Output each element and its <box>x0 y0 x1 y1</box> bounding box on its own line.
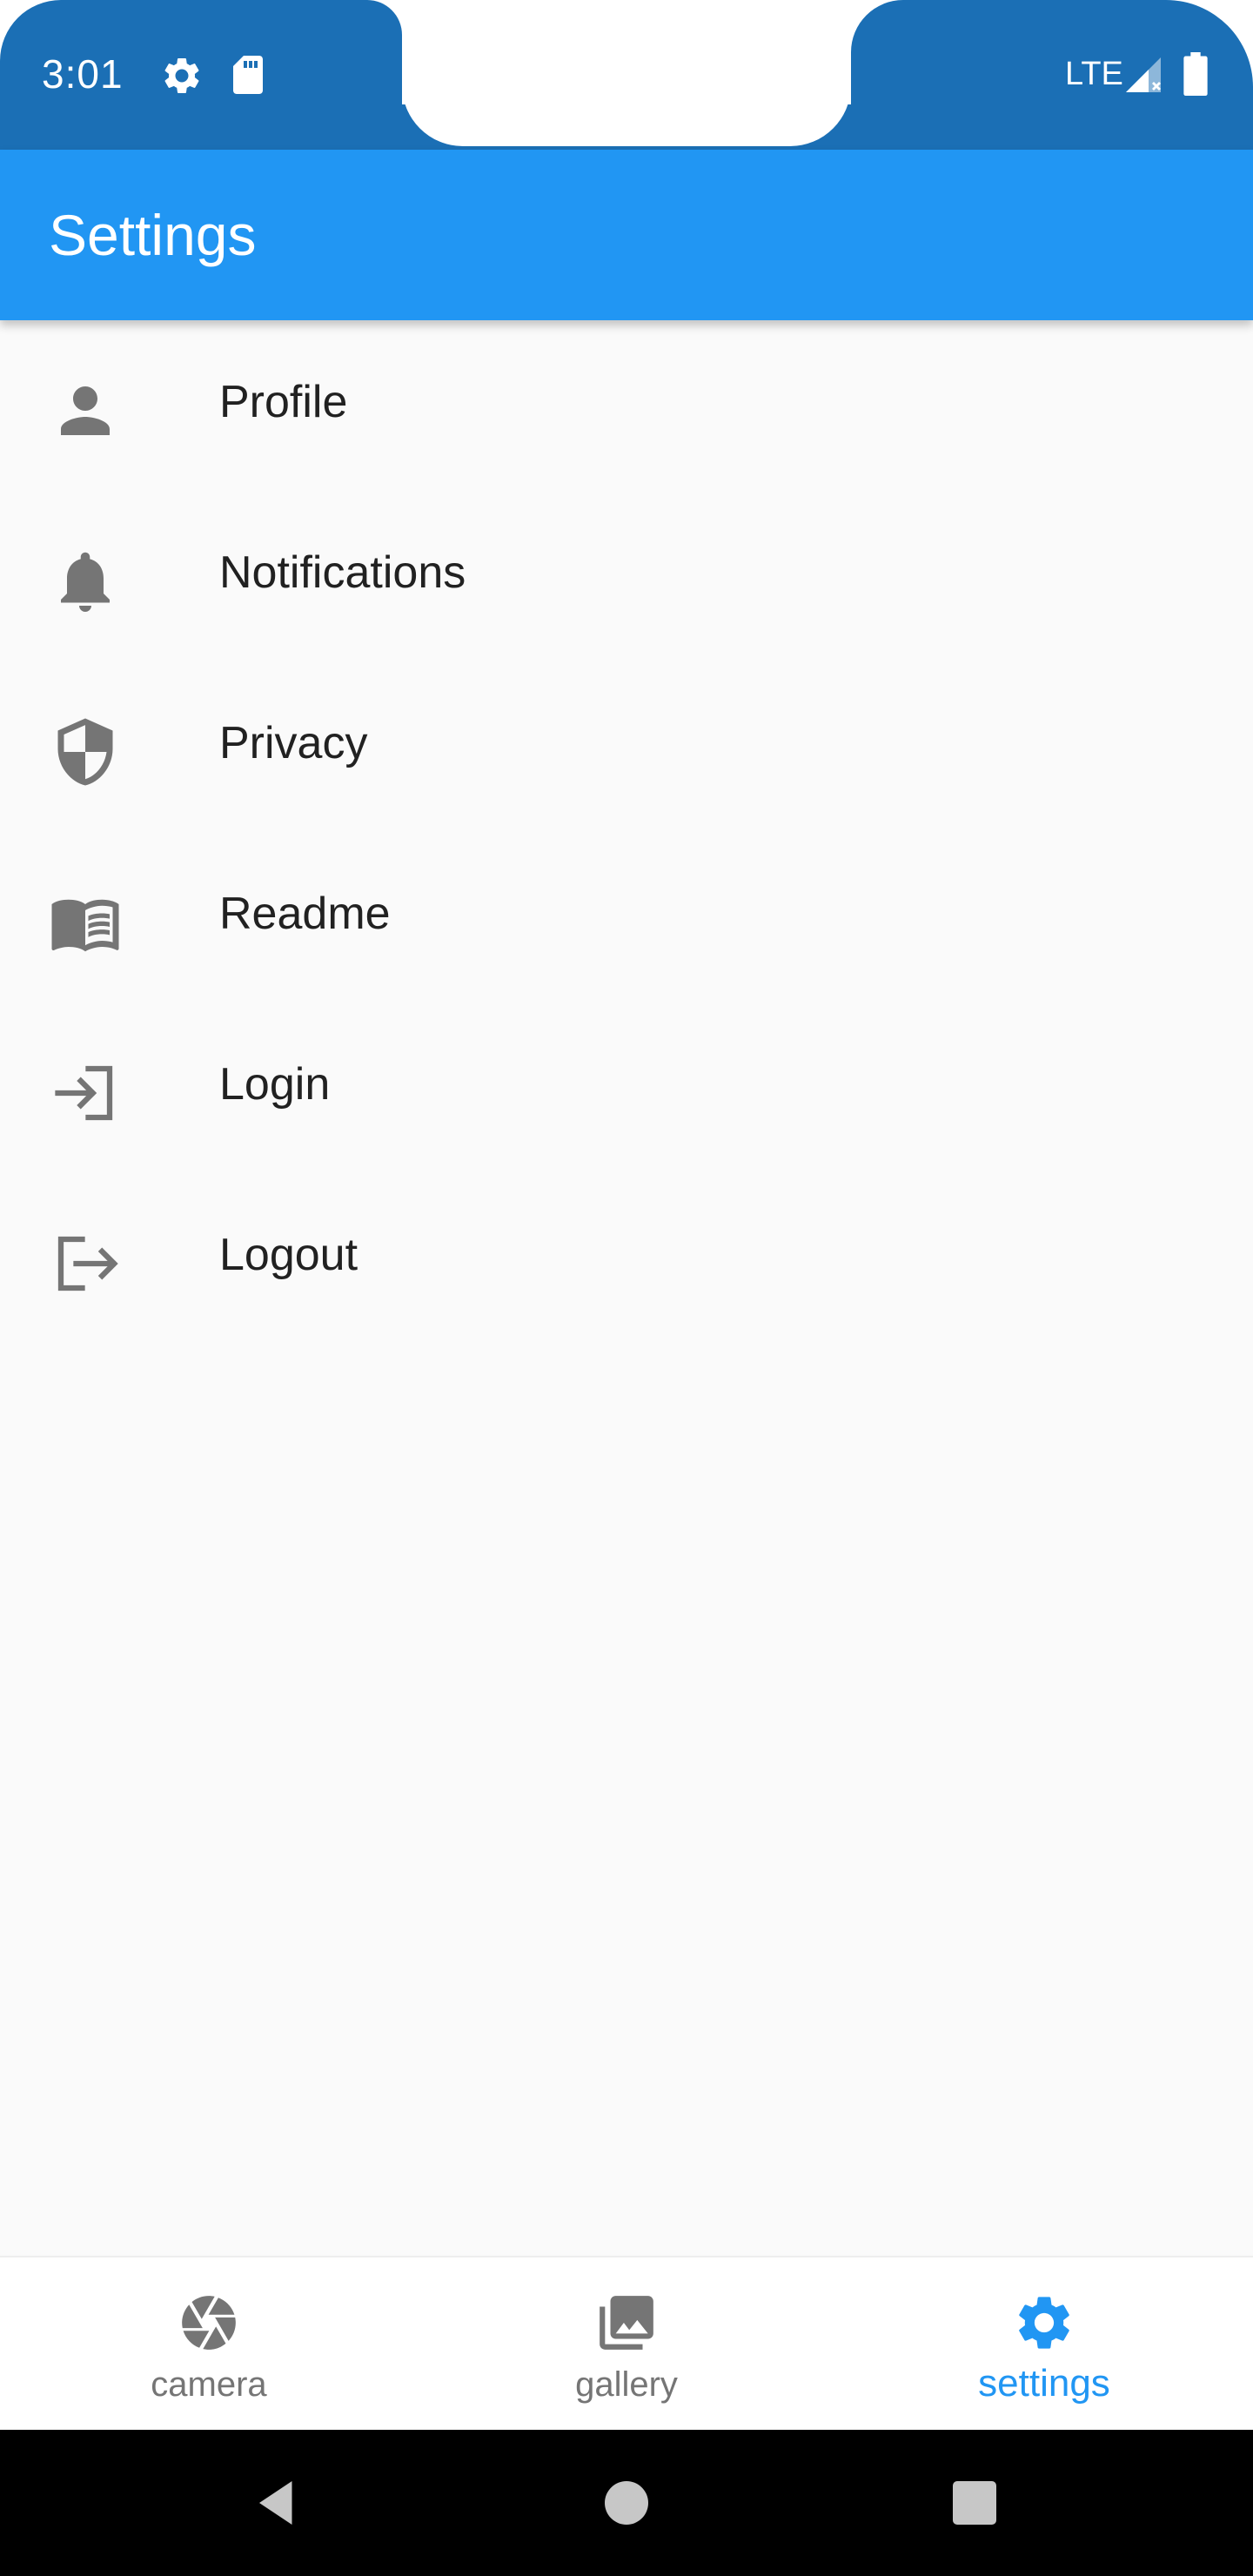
nav-label: gallery <box>575 2365 678 2404</box>
camera-shutter-icon <box>182 2296 236 2350</box>
settings-item-logout[interactable]: Logout <box>0 1173 1253 1344</box>
settings-item-readme[interactable]: Readme <box>0 832 1253 1003</box>
settings-item-label: Privacy <box>219 718 368 768</box>
settings-item-privacy[interactable]: Privacy <box>0 661 1253 832</box>
gear-icon <box>164 57 199 93</box>
person-icon <box>61 386 110 435</box>
nav-item-gallery[interactable]: gallery <box>418 2257 835 2432</box>
settings-item-notifications[interactable]: Notifications <box>0 491 1253 661</box>
nav-label: settings <box>978 2362 1110 2405</box>
status-bar: 3:01 LTE <box>0 0 1253 150</box>
page-title: Settings <box>49 203 257 267</box>
gear-icon <box>1019 2297 1069 2349</box>
settings-item-label: Logout <box>219 1230 358 1280</box>
system-navigation-bar <box>0 2430 1253 2576</box>
settings-item-login[interactable]: Login <box>0 1003 1253 1173</box>
logout-icon <box>57 1236 118 1291</box>
settings-list: Profile Notifications Privacy Readme Log… <box>0 320 1253 1344</box>
book-icon <box>51 899 119 952</box>
nav-item-settings[interactable]: settings <box>835 2257 1253 2432</box>
settings-item-label: Notifications <box>219 547 466 598</box>
settings-item-label: Readme <box>219 889 391 939</box>
app-bar: Settings <box>0 150 1253 320</box>
network-type: LTE <box>1065 56 1123 92</box>
status-time: 3:01 <box>42 51 124 97</box>
nav-item-camera[interactable]: camera <box>0 2257 418 2432</box>
login-icon <box>55 1065 113 1121</box>
display-notch <box>402 0 851 146</box>
gallery-icon <box>600 2296 653 2350</box>
screen: 3:01 LTE Settings Profile Notifications … <box>0 0 1253 2576</box>
battery-icon <box>1183 52 1208 96</box>
shield-icon <box>57 718 113 786</box>
bottom-navigation: camera gallery settings <box>0 2256 1253 2432</box>
settings-item-profile[interactable]: Profile <box>0 320 1253 491</box>
recents-icon[interactable] <box>948 2477 1001 2529</box>
nav-label: camera <box>151 2365 267 2404</box>
sd-card-icon <box>233 56 263 94</box>
settings-item-label: Profile <box>219 377 348 427</box>
home-icon[interactable] <box>600 2477 653 2529</box>
back-icon[interactable] <box>251 2477 303 2529</box>
bell-icon <box>61 552 110 612</box>
settings-item-label: Login <box>219 1059 331 1110</box>
signal-icon <box>1126 57 1161 92</box>
